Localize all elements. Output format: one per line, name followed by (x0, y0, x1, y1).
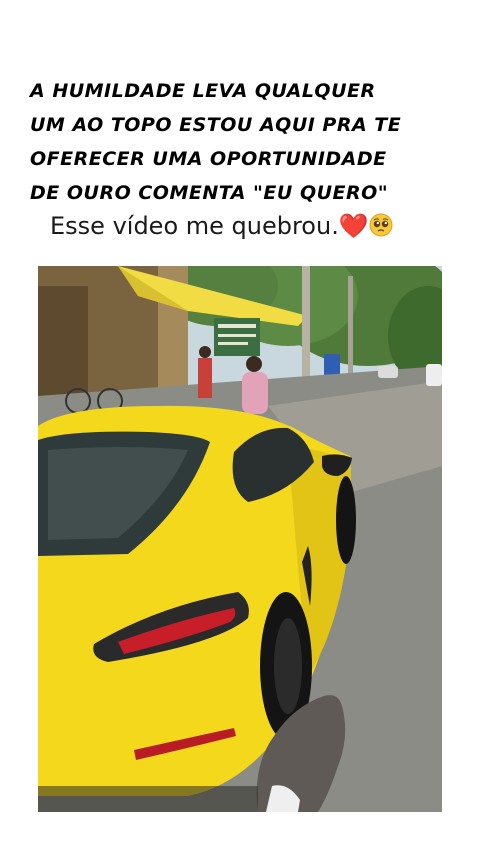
pleading-face-icon (369, 213, 393, 237)
heart-icon: ❤️ (338, 212, 369, 240)
headline-line-2: UM AO TOPO ESTOU AQUI PRA TE (30, 114, 402, 136)
bottom-blank-strip (0, 812, 480, 854)
yellow-sports-car-photo (38, 266, 442, 812)
caption: Esse vídeo me quebrou.❤️ (50, 212, 393, 240)
headline-line-4: DE OURO COMENTA "EU QUERO" (30, 182, 389, 204)
caption-text: Esse vídeo me quebrou. (50, 212, 339, 240)
headline-line-1: A HUMILDADE LEVA QUALQUER (30, 80, 376, 102)
headline-line-3: OFERECER UMA OPORTUNIDADE (30, 148, 387, 170)
headline-text: A HUMILDADE LEVA QUALQUER UM AO TOPO EST… (30, 74, 402, 210)
video-frame[interactable] (38, 266, 442, 812)
